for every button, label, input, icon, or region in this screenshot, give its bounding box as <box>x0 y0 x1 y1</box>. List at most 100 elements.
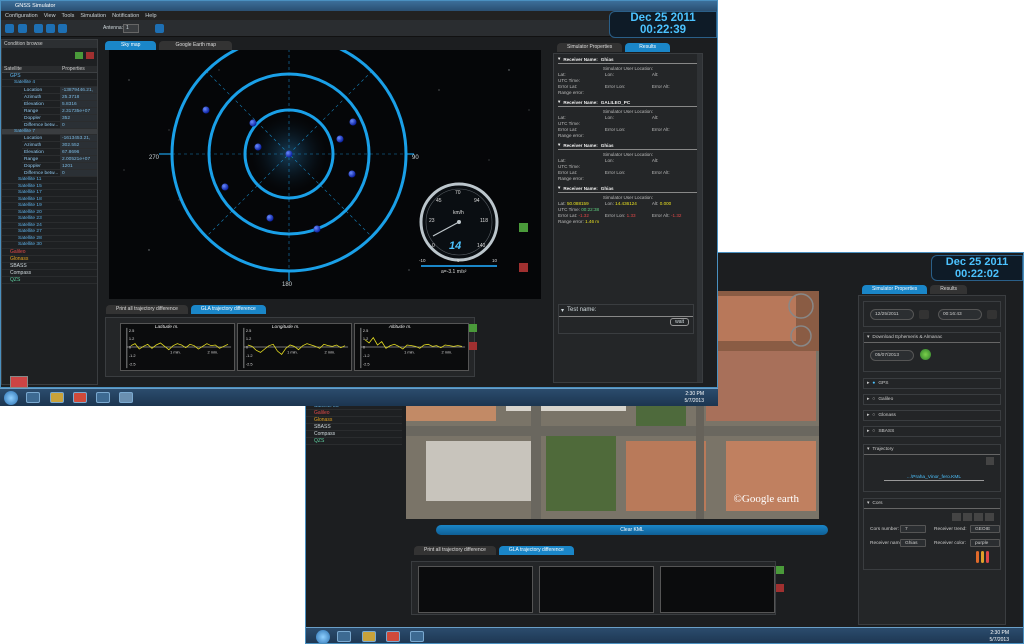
receiver-header[interactable]: ▾ Receiver Name: Ghias <box>558 185 698 193</box>
taskbar-ie-icon[interactable] <box>26 392 40 403</box>
gps-expand-icon[interactable]: ▸ <box>867 381 869 386</box>
chart-remove-button[interactable] <box>776 584 784 592</box>
tab-simulator-properties[interactable]: Simulator Properties <box>862 285 928 294</box>
tab-sky-map[interactable]: Sky map <box>105 41 157 50</box>
start-button-icon[interactable] <box>316 630 330 643</box>
receiver-toggle-icon[interactable]: ▾ <box>558 142 560 148</box>
left-item-5[interactable]: QZS <box>306 438 402 445</box>
system-sbass-section[interactable]: ▸ ○ SBASS <box>863 426 1001 437</box>
condition-browser-add-icon[interactable] <box>75 52 83 59</box>
antenna-select[interactable]: 1 <box>123 24 139 33</box>
gps-node[interactable]: GPS <box>2 73 97 80</box>
trajectory-file[interactable]: ...\Praha_Vinor_fero.KML <box>884 475 984 481</box>
taskbar-explorer-icon[interactable] <box>362 631 376 642</box>
prop-value[interactable]: 25.3718 <box>60 93 97 100</box>
left-item-1[interactable]: Galileo <box>306 410 402 417</box>
system-node-qzs[interactable]: QZS <box>2 277 97 284</box>
cors-save-icon[interactable] <box>985 513 994 521</box>
taskbar-explorer-icon[interactable] <box>50 392 64 403</box>
chart-add-button[interactable] <box>469 324 477 332</box>
prop-value[interactable]: 5.8316 <box>60 100 97 107</box>
antenna-edit-icon[interactable] <box>155 24 164 33</box>
start-time-picker-button[interactable] <box>987 310 997 319</box>
wait-button[interactable]: wait <box>670 318 689 326</box>
taskbar-chrome-icon[interactable] <box>73 392 87 403</box>
menu-configuration[interactable]: Configuration <box>5 13 38 19</box>
chart-remove-button[interactable] <box>469 342 477 350</box>
cors-number-select[interactable]: 7 <box>900 525 926 533</box>
sky-map[interactable]: 270 90 180 0 23 45 70 94 118 140 km/h 14… <box>109 35 541 299</box>
map-zoom-out-button[interactable] <box>519 263 528 272</box>
open-icon[interactable] <box>18 24 27 33</box>
clear-kml-button[interactable]: Clear KML <box>436 525 828 535</box>
new-icon[interactable] <box>5 24 14 33</box>
system-galileo-section[interactable]: ▸ ○ Galileo <box>863 394 1001 405</box>
tab-gla-difference[interactable]: GLA trajectory difference <box>498 546 574 555</box>
prop-value[interactable]: 1201 <box>60 163 97 169</box>
taskbar-ie-icon[interactable] <box>337 631 351 642</box>
cors-toggle-icon[interactable]: ▾ <box>867 501 869 506</box>
system-gps-section[interactable]: ▸ ● GPS <box>863 378 1001 389</box>
left-item-4[interactable]: Compass <box>306 431 402 438</box>
system-node-glonass[interactable]: Glonass <box>2 256 97 263</box>
test-toggle-icon[interactable]: ▾ <box>561 307 564 314</box>
chart-add-button[interactable] <box>776 566 784 574</box>
stop-icon[interactable] <box>58 24 67 33</box>
galileo-expand-icon[interactable]: ▸ <box>867 397 869 402</box>
receiver-header[interactable]: ▾ Receiver Name: GALILEO_PC <box>558 99 698 107</box>
glonass-expand-icon[interactable]: ▸ <box>867 413 869 418</box>
cors-edit-icon[interactable] <box>974 513 983 521</box>
receiver-toggle-icon[interactable]: ▾ <box>558 56 560 62</box>
sbass-radio-icon[interactable]: ○ <box>872 429 875 434</box>
system-glonass-section[interactable]: ▸ ○ Glonass <box>863 410 1001 421</box>
receiver-trend-select[interactable]: GEOIE <box>970 525 1000 533</box>
menu-notification[interactable]: Notification <box>112 13 139 19</box>
receiver-header[interactable]: ▾ Receiver Name: Ghias <box>558 142 698 150</box>
map-zoom-in-button[interactable] <box>519 223 528 232</box>
tab-results[interactable]: Results <box>930 285 967 294</box>
taskbar-app-icon[interactable] <box>96 392 110 403</box>
download-date-field[interactable]: 05/07/2013 <box>870 350 914 361</box>
start-button-icon[interactable] <box>4 391 18 405</box>
taskbar-app-icon[interactable] <box>410 631 424 642</box>
thermometer-icon[interactable] <box>976 551 994 565</box>
menu-view[interactable]: View <box>44 13 56 19</box>
gps-radio-icon[interactable]: ● <box>872 381 875 386</box>
prop-value[interactable]: 67.8696 <box>60 149 97 155</box>
menu-simulation[interactable]: Simulation <box>80 13 106 19</box>
galileo-radio-icon[interactable]: ○ <box>872 397 875 402</box>
prop-value[interactable]: 302.552 <box>60 142 97 148</box>
trajectory-edit-icon[interactable] <box>986 457 994 465</box>
sbass-expand-icon[interactable]: ▸ <box>867 429 869 434</box>
system-node-sbass[interactable]: SBASS <box>2 263 97 270</box>
download-toggle-icon[interactable]: ▾ <box>867 335 869 340</box>
receiver-toggle-icon[interactable]: ▾ <box>558 99 560 105</box>
prop-value[interactable]: 0 <box>60 170 97 176</box>
condition-browser-remove-icon[interactable] <box>86 52 94 59</box>
tab-print-all[interactable]: Print all trajectory difference <box>106 305 188 314</box>
prop-value[interactable]: 352 <box>60 114 97 121</box>
play-icon[interactable] <box>34 24 43 33</box>
results-scrollbar[interactable] <box>697 54 702 382</box>
menu-help[interactable]: Help <box>145 13 156 19</box>
left-item-2[interactable]: Glonass <box>306 417 402 424</box>
start-date-picker-button[interactable] <box>919 310 929 319</box>
trajectory-toggle-icon[interactable]: ▾ <box>867 447 869 452</box>
prop-value[interactable]: 2.00521e+07 <box>60 156 97 162</box>
glonass-radio-icon[interactable]: ○ <box>872 413 875 418</box>
tab-print-all[interactable]: Print all trajectory difference <box>414 546 496 555</box>
tab-google-earth-map[interactable]: Google Earth map <box>159 41 233 50</box>
receiver-toggle-icon[interactable]: ▾ <box>558 185 560 191</box>
prop-value[interactable]: 0 <box>60 121 97 128</box>
start-date-field[interactable]: 12/25/2011 <box>870 309 914 320</box>
start-time-field[interactable]: 00:16:43 <box>938 309 982 320</box>
tab-results[interactable]: Results <box>625 43 670 52</box>
receiver-color-select[interactable]: purple <box>970 539 1000 547</box>
prop-value[interactable]: 2.31735e+07 <box>60 107 97 114</box>
cors-add-icon[interactable] <box>952 513 961 521</box>
pause-icon[interactable] <box>46 24 55 33</box>
system-node-compass[interactable]: Compass <box>2 270 97 277</box>
receiver-name-select[interactable]: Ghias <box>900 539 926 547</box>
left-item-3[interactable]: SBASS <box>306 424 402 431</box>
cors-delete-icon[interactable] <box>963 513 972 521</box>
